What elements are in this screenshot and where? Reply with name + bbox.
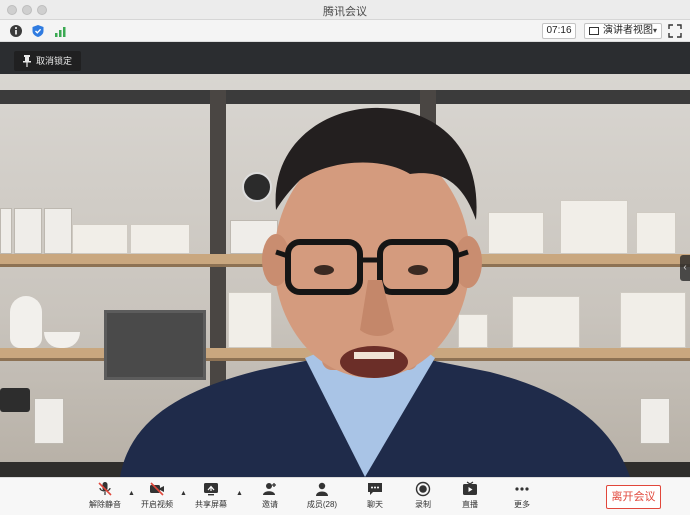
members-button[interactable]: 成员(28) [300,481,344,513]
share-options-chevron-icon[interactable]: ▲ [236,490,243,497]
share-screen-label: 共享屏幕 [195,500,227,509]
window-title: 腾讯会议 [323,6,367,18]
unpin-label: 取消锁定 [36,56,73,66]
view-mode-dropdown[interactable]: 演讲者视图 ▾ [584,23,662,39]
start-video-button[interactable]: 开启视频 [135,481,179,513]
storage-box [44,208,72,254]
unpin-video-button[interactable]: 取消锁定 [14,51,82,71]
invite-label: 邀请 [262,500,278,509]
chat-label: 聊天 [367,500,383,509]
members-icon [316,482,328,496]
unmute-button[interactable]: 解除静音 [83,481,127,513]
vase [10,296,42,348]
unmute-label: 解除静音 [89,500,121,509]
more-label: 更多 [514,500,530,509]
record-button[interactable]: 录制 [401,481,445,513]
video-options-chevron-icon[interactable]: ▲ [180,490,187,497]
mic-muted-icon [98,482,112,496]
view-mode-label: 演讲者视图 [603,25,653,36]
speaker-view-icon [589,27,599,35]
more-icon [515,487,529,491]
storage-box [0,208,12,254]
stage-top-band [0,42,690,74]
participant-video [120,107,630,477]
live-icon [463,481,477,495]
more-button[interactable]: 更多 [500,481,544,513]
members-label: 成员(28) [306,500,338,509]
signal-icon[interactable] [54,24,68,38]
meeting-info-bar: 07:16 演讲者视图 ▾ [0,20,690,42]
chevron-down-icon: ▾ [652,26,657,35]
camera [0,388,30,412]
camera-off-icon [150,482,164,496]
info-icon[interactable] [9,24,23,38]
start-video-label: 开启视频 [141,500,173,509]
chat-button[interactable]: 聊天 [353,481,397,513]
share-screen-icon [204,483,218,496]
video-stage: 取消锁定 ‹ [0,42,690,477]
leave-meeting-button[interactable]: 离开会议 [606,485,661,509]
fullscreen-icon[interactable] [668,24,682,38]
record-icon [415,481,431,497]
pin-icon [23,55,31,67]
storage-box [34,398,64,444]
record-label: 录制 [415,500,431,509]
meeting-toolbar: 解除静音 ▲ 开启视频 ▲ 共享屏幕 ▲ 邀请 成员(28) 聊天 录制 直播 … [0,477,690,515]
side-panel-toggle[interactable]: ‹ [680,255,690,281]
storage-box [14,208,42,254]
share-screen-button[interactable]: 共享屏幕 [189,481,233,513]
live-stream-button[interactable]: 直播 [448,481,492,513]
live-label: 直播 [462,500,478,509]
invite-button[interactable]: 邀请 [248,481,292,513]
title-bar: 腾讯会议 [0,0,690,20]
invite-icon [263,483,276,495]
audio-options-chevron-icon[interactable]: ▲ [128,490,135,497]
app-window: 腾讯会议 07:16 演讲者视图 ▾ 取消锁定 ‹ 解除静音 ▲ 开启视频 ▲ … [0,0,690,515]
shield-icon[interactable] [31,24,45,38]
meeting-timer: 07:16 [542,23,576,39]
chat-icon [368,483,382,495]
